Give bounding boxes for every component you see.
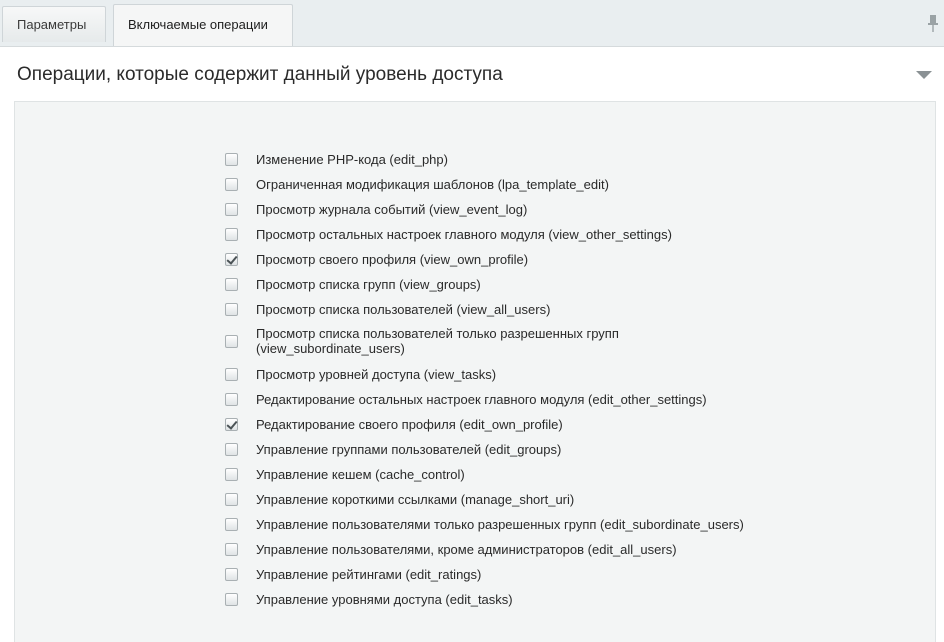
operation-label: Редактирование своего профиля (edit_own_…	[256, 416, 563, 432]
operations-panel: Изменение PHP-кода (edit_php) Ограниченна…	[14, 101, 936, 642]
operation-checkbox[interactable]	[225, 227, 238, 241]
operation-item[interactable]: Управление группами пользователей (edit_…	[225, 442, 561, 457]
tab-parameters[interactable]: Параметры	[2, 6, 106, 42]
operation-item[interactable]: Управление пользователями только разреше…	[225, 517, 744, 532]
operation-label: Управление группами пользователей (edit_…	[256, 441, 562, 457]
operation-checkbox[interactable]	[225, 302, 238, 316]
operation-checkbox[interactable]	[225, 367, 238, 381]
operation-item[interactable]: Просмотр списка пользователей (view_all_…	[225, 302, 550, 317]
operation-checkbox[interactable]	[225, 202, 238, 216]
operation-label: Просмотр списка пользователей только раз…	[256, 326, 619, 356]
operation-checkbox[interactable]	[225, 177, 238, 191]
operation-checkbox[interactable]	[225, 542, 238, 556]
operation-label: Ограниченная модификация шаблонов (lpa_t…	[256, 176, 609, 192]
operation-item[interactable]: Управление кешем (cache_control)	[225, 467, 465, 482]
tab-bar: Параметры Включаемые операции	[0, 0, 944, 47]
operation-checkbox[interactable]	[225, 492, 238, 506]
operation-item[interactable]: Редактирование остальных настроек главно…	[225, 392, 707, 407]
operation-label: Управление пользователями только разреше…	[256, 516, 744, 532]
operation-checkbox[interactable]	[225, 252, 238, 266]
operation-label: Просмотр журнала событий (view_event_log…	[256, 201, 528, 217]
operation-checkbox[interactable]	[225, 392, 238, 406]
operation-item[interactable]: Просмотр списка групп (view_groups)	[225, 277, 481, 292]
operation-label: Просмотр своего профиля (view_own_profil…	[256, 251, 529, 267]
operation-item[interactable]: Ограниченная модификация шаблонов (lpa_t…	[225, 177, 609, 192]
operation-item[interactable]: Просмотр своего профиля (view_own_profil…	[225, 252, 528, 267]
operation-checkbox[interactable]	[225, 467, 238, 481]
operation-item[interactable]: Изменение PHP-кода (edit_php)	[225, 152, 448, 167]
operation-checkbox[interactable]	[225, 152, 238, 166]
operation-checkbox[interactable]	[225, 517, 238, 531]
operation-item[interactable]: Редактирование своего профиля (edit_own_…	[225, 417, 563, 432]
operation-checkbox[interactable]	[225, 417, 238, 431]
operation-checkbox[interactable]	[225, 592, 238, 606]
operation-checkbox[interactable]	[225, 277, 238, 291]
collapse-arrow-icon[interactable]	[916, 71, 932, 79]
operation-label: Управление короткими ссылками (manage_sh…	[256, 491, 575, 507]
operation-label: Просмотр списка групп (view_groups)	[256, 276, 481, 292]
operation-item[interactable]: Просмотр журнала событий (view_event_log…	[225, 202, 527, 217]
section-title: Операции, которые содержит данный уровен…	[17, 64, 503, 85]
operation-item[interactable]: Управление короткими ссылками (manage_sh…	[225, 492, 574, 507]
operation-label: Просмотр списка пользователей (view_all_…	[256, 301, 551, 317]
operation-checkbox[interactable]	[225, 567, 238, 581]
operation-label: Управление кешем (cache_control)	[256, 466, 465, 482]
operation-label: Просмотр уровней доступа (view_tasks)	[256, 366, 497, 382]
operation-item[interactable]: Управление рейтингами (edit_ratings)	[225, 567, 481, 582]
operation-label: Управление уровнями доступа (edit_tasks)	[256, 591, 513, 607]
operation-label: Просмотр остальных настроек главного мод…	[256, 226, 672, 242]
operation-label: Управление рейтингами (edit_ratings)	[256, 566, 482, 582]
operation-item[interactable]: Управление пользователями, кроме админис…	[225, 542, 677, 557]
operation-label: Изменение PHP-кода (edit_php)	[256, 151, 448, 167]
operation-item[interactable]: Просмотр остальных настроек главного мод…	[225, 227, 672, 242]
operation-checkbox[interactable]	[225, 334, 238, 348]
operation-item[interactable]: Просмотр уровней доступа (view_tasks)	[225, 367, 496, 382]
pin-icon[interactable]	[928, 14, 938, 32]
tab-included-operations[interactable]: Включаемые операции	[113, 4, 293, 46]
operation-label: Редактирование остальных настроек главно…	[256, 391, 707, 407]
operation-label: Управление пользователями, кроме админис…	[256, 541, 677, 557]
operation-item[interactable]: Просмотр списка пользователей только раз…	[225, 326, 619, 356]
operation-item[interactable]: Управление уровнями доступа (edit_tasks)	[225, 592, 513, 607]
operation-checkbox[interactable]	[225, 442, 238, 456]
tab-content: Операции, которые содержит данный уровен…	[0, 47, 944, 642]
